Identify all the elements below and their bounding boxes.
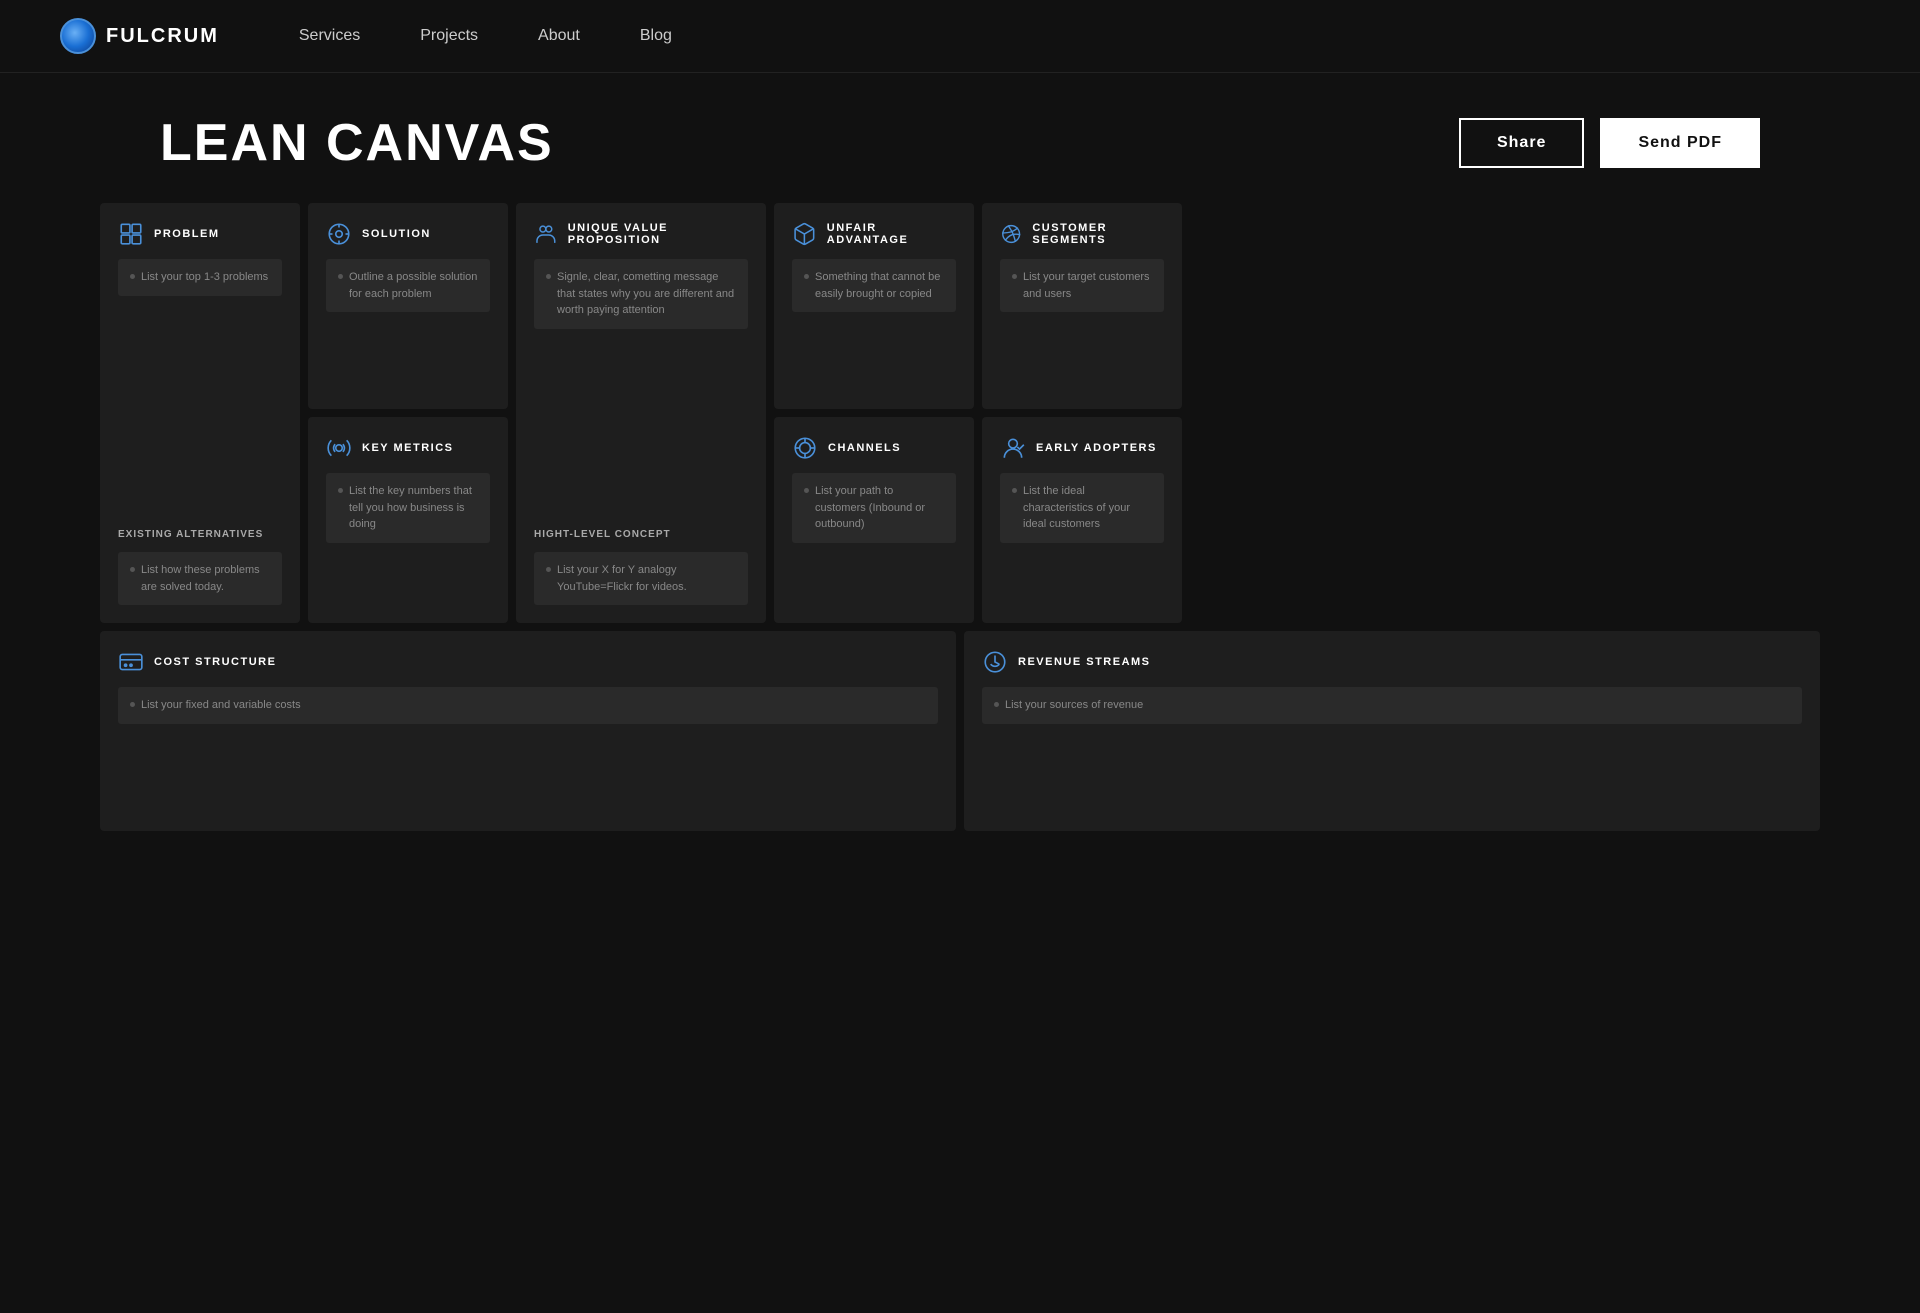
cost-structure-cell: COST STRUCTURE List your fixed and varia…: [100, 631, 956, 831]
canvas-grid: PROBLEM List your top 1-3 problems EXIST…: [100, 203, 1820, 623]
solution-header: SOLUTION: [326, 221, 490, 247]
cost-structure-title: COST STRUCTURE: [154, 656, 276, 668]
revenue-streams-title: REVENUE STREAMS: [1018, 656, 1151, 668]
unfair-advantage-content: Something that cannot be easily brought …: [792, 259, 956, 312]
cost-structure-icon: [118, 649, 144, 675]
nav-links: Services Projects About Blog: [299, 27, 672, 45]
revenue-streams-content: List your sources of revenue: [982, 687, 1802, 724]
customer-segments-icon: [1000, 221, 1022, 247]
early-adopters-header: EARLY ADOPTERS: [1000, 435, 1164, 461]
customer-segments-header: CUSTOMER SEGMENTS: [1000, 221, 1164, 247]
uvp-header: UNIQUE VALUE PROPOSITION: [534, 221, 748, 247]
key-metrics-cell: KEY METRICS List the key numbers that te…: [308, 417, 508, 623]
early-adopters-title: EARLY ADOPTERS: [1036, 442, 1157, 454]
early-adopters-cell: EARLY ADOPTERS List the ideal characteri…: [982, 417, 1182, 623]
logo-area[interactable]: FULCRUM: [60, 18, 219, 54]
problem-title: PROBLEM: [154, 228, 220, 240]
revenue-streams-cell: REVENUE STREAMS List your sources of rev…: [964, 631, 1820, 831]
logo-text: FULCRUM: [106, 25, 219, 48]
canvas-bottom-row: COST STRUCTURE List your fixed and varia…: [100, 631, 1820, 831]
lean-canvas: PROBLEM List your top 1-3 problems EXIST…: [0, 203, 1920, 891]
existing-alternatives-title: EXISTING ALTERNATIVES: [118, 529, 282, 540]
send-pdf-button[interactable]: Send PDF: [1600, 118, 1760, 168]
channels-cell: CHANNELS List your path to customers (In…: [774, 417, 974, 623]
solution-title: SOLUTION: [362, 228, 431, 240]
solution-content: Outline a possible solution for each pro…: [326, 259, 490, 312]
customer-segments-title: CUSTOMER SEGMENTS: [1032, 222, 1164, 246]
nav-projects[interactable]: Projects: [420, 27, 478, 44]
channels-content: List your path to customers (Inbound or …: [792, 473, 956, 543]
channels-header: CHANNELS: [792, 435, 956, 461]
share-button[interactable]: Share: [1459, 118, 1584, 168]
unfair-advantage-cell: UNFAIR ADVANTAGE Something that cannot b…: [774, 203, 974, 409]
logo-icon: [60, 18, 96, 54]
unfair-advantage-header: UNFAIR ADVANTAGE: [792, 221, 956, 247]
channels-title: CHANNELS: [828, 442, 901, 454]
high-level-concept-title: HIGHT-LEVEL CONCEPT: [534, 529, 748, 540]
nav-services[interactable]: Services: [299, 27, 360, 44]
nav-blog[interactable]: Blog: [640, 27, 672, 44]
key-metrics-header: KEY METRICS: [326, 435, 490, 461]
solution-cell: SOLUTION Outline a possible solution for…: [308, 203, 508, 409]
customer-segments-cell: CUSTOMER SEGMENTS List your target custo…: [982, 203, 1182, 409]
channels-icon: [792, 435, 818, 461]
page-header: LEAN CANVAS Share Send PDF: [0, 73, 1920, 203]
problem-content: List your top 1-3 problems: [118, 259, 282, 296]
uvp-cell: UNIQUE VALUE PROPOSITION Signle, clear, …: [516, 203, 766, 623]
cost-structure-header: COST STRUCTURE: [118, 649, 938, 675]
high-level-concept-content: List your X for Y analogy YouTube=Flickr…: [534, 552, 748, 605]
cost-structure-content: List your fixed and variable costs: [118, 687, 938, 724]
early-adopters-content: List the ideal characteristics of your i…: [1000, 473, 1164, 543]
problem-header: PROBLEM: [118, 221, 282, 247]
uvp-content: Signle, clear, cometting message that st…: [534, 259, 748, 329]
key-metrics-content: List the key numbers that tell you how b…: [326, 473, 490, 543]
problem-cell: PROBLEM List your top 1-3 problems EXIST…: [100, 203, 300, 623]
problem-icon: [118, 221, 144, 247]
page-title: LEAN CANVAS: [160, 113, 554, 173]
nav-about[interactable]: About: [538, 27, 580, 44]
uvp-icon: [534, 221, 558, 247]
revenue-streams-header: REVENUE STREAMS: [982, 649, 1802, 675]
early-adopters-icon: [1000, 435, 1026, 461]
solution-icon: [326, 221, 352, 247]
uvp-title: UNIQUE VALUE PROPOSITION: [568, 222, 748, 246]
existing-alternatives-content: List how these problems are solved today…: [118, 552, 282, 605]
revenue-streams-icon: [982, 649, 1008, 675]
key-metrics-title: KEY METRICS: [362, 442, 453, 454]
customer-segments-content: List your target customers and users: [1000, 259, 1164, 312]
unfair-advantage-icon: [792, 221, 817, 247]
key-metrics-icon: [326, 435, 352, 461]
navigation: FULCRUM Services Projects About Blog: [0, 0, 1920, 73]
unfair-advantage-title: UNFAIR ADVANTAGE: [827, 222, 956, 246]
header-buttons: Share Send PDF: [1459, 118, 1760, 168]
